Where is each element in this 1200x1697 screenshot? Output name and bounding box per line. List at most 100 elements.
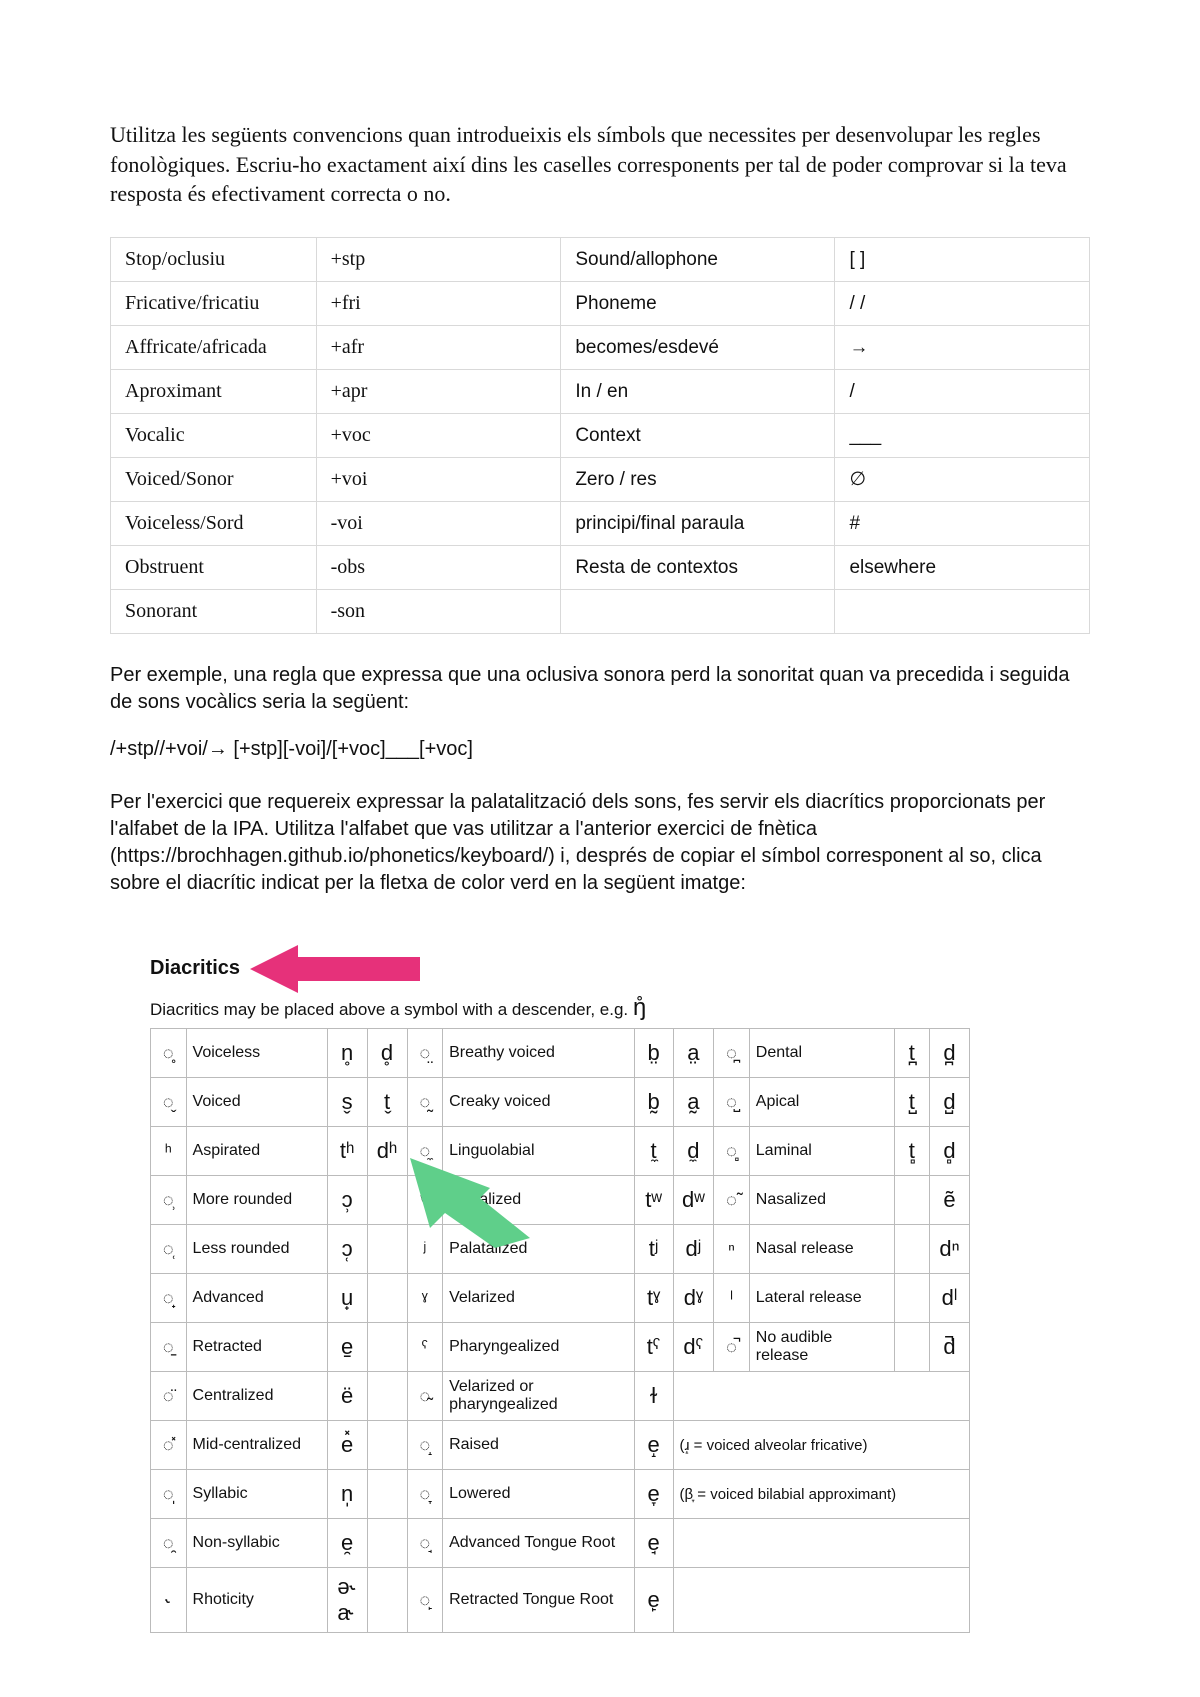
cell: ◌̰ (407, 1078, 443, 1127)
table-row: ◌̹More roundedɔ̹ʷLabializedtʷdʷ◌̃Nasaliz… (151, 1176, 970, 1225)
cell: Context (561, 414, 835, 458)
cell: Stop/oclusiu (111, 238, 317, 282)
cell: ◌̴ (407, 1372, 443, 1421)
cell: ẽ (929, 1176, 969, 1225)
exercise-paragraph: Per l'exercici que requereix expressar l… (110, 789, 1090, 897)
cell (673, 1519, 970, 1568)
cell: ◌̪ (714, 1029, 750, 1078)
table-row: ◌̯Non-syllabice̯◌̘Advanced Tongue Roote̘ (151, 1519, 970, 1568)
cell: ◌̼ (407, 1127, 443, 1176)
cell: ◌̯ (151, 1519, 187, 1568)
cell (894, 1225, 929, 1274)
cell: -voi (316, 502, 561, 546)
cell: ʷ (407, 1176, 443, 1225)
cell: +stp (316, 238, 561, 282)
cell: d̪ (929, 1029, 969, 1078)
table-row: Vocalic+vocContext___ (111, 414, 1090, 458)
cell: Lateral release (749, 1274, 894, 1323)
cell: n̩ (327, 1470, 367, 1519)
cell: Pharyngealized (443, 1323, 635, 1372)
cell (367, 1421, 407, 1470)
cell: e̯ (327, 1519, 367, 1568)
cell: Dental (749, 1029, 894, 1078)
table-row: Sonorant-son (111, 590, 1090, 634)
cell: d̺ (929, 1078, 969, 1127)
cell: ◌̬ (151, 1078, 187, 1127)
cell: Laminal (749, 1127, 894, 1176)
cell: Fricative/fricatiu (111, 282, 317, 326)
cell: b̤ (634, 1029, 673, 1078)
cell: ◌̞ (407, 1470, 443, 1519)
cell: -son (316, 590, 561, 634)
cell: Nasalized (749, 1176, 894, 1225)
cell (894, 1323, 929, 1372)
cell: Creaky voiced (443, 1078, 635, 1127)
diacritics-table: ◌̥Voicelessn̥d̥◌̤Breathy voicedb̤a̤◌̪Den… (150, 1028, 970, 1633)
table-row: ◌̩Syllabicn̩◌̞Lowerede̞(β̞ = voiced bila… (151, 1470, 970, 1519)
cell: ë (327, 1372, 367, 1421)
cell: Resta de contextos (561, 546, 835, 590)
cell: / / (835, 282, 1090, 326)
pink-arrow-icon (250, 939, 420, 999)
table-row: ◌̥Voicelessn̥d̥◌̤Breathy voicedb̤a̤◌̪Den… (151, 1029, 970, 1078)
table-row: ◌̠Retractede̠ˤPharyngealizedtˤdˤ◌̚No aud… (151, 1323, 970, 1372)
cell: Rhoticity (186, 1568, 327, 1633)
cell: Linguolabial (443, 1127, 635, 1176)
table-row: Stop/oclusiu+stpSound/allophone[ ] (111, 238, 1090, 282)
cell: Raised (443, 1421, 635, 1470)
cell: ◌̩ (151, 1470, 187, 1519)
cell: dʰ (367, 1127, 407, 1176)
diacritics-title: Diacritics (150, 957, 240, 980)
note-cell: (β̞ = voiced bilabial approximant) (673, 1470, 970, 1519)
cell: ◌̺ (714, 1078, 750, 1127)
cell: a̤ (673, 1029, 714, 1078)
note-cell: (ɹ̝ = voiced alveolar fricative) (673, 1421, 970, 1470)
cell: Centralized (186, 1372, 327, 1421)
cell: -obs (316, 546, 561, 590)
cell: In / en (561, 370, 835, 414)
cell: ◌̚ (714, 1323, 750, 1372)
cell: Affricate/africada (111, 326, 317, 370)
cell: +voc (316, 414, 561, 458)
table-row: ʰAspiratedtʰdʰ◌̼Linguolabialt̼d̼◌̻Lamina… (151, 1127, 970, 1176)
cell: e̠ (327, 1323, 367, 1372)
cell (367, 1568, 407, 1633)
example-paragraph: Per exemple, una regla que expressa que … (110, 662, 1090, 716)
cell: ◌̙ (407, 1568, 443, 1633)
cell: e̞ (634, 1470, 673, 1519)
cell: Voiceless/Sord (111, 502, 317, 546)
table-row: Voiceless/Sord-voiprincipi/final paraula… (111, 502, 1090, 546)
cell: ɔ̹ (327, 1176, 367, 1225)
cell: d̚ (929, 1323, 969, 1372)
cell: tˤ (634, 1323, 673, 1372)
cell: tʰ (327, 1127, 367, 1176)
rule-example: /+stp//+voi/→ [+stp][-voi]/[+voc]___[+vo… (110, 738, 1090, 761)
cell: Non-syllabic (186, 1519, 327, 1568)
cell: ◌̻ (714, 1127, 750, 1176)
cell: e̝ (634, 1421, 673, 1470)
cell: ɫ (634, 1372, 673, 1421)
cell: Zero / res (561, 458, 835, 502)
cell: t̬ (367, 1078, 407, 1127)
cell (367, 1176, 407, 1225)
conventions-table: Stop/oclusiu+stpSound/allophone[ ]Fricat… (110, 237, 1090, 634)
cell: ◌̟ (151, 1274, 187, 1323)
table-row: Fricative/fricatiu+friPhoneme/ / (111, 282, 1090, 326)
cell: +afr (316, 326, 561, 370)
cell: # (835, 502, 1090, 546)
cell (367, 1225, 407, 1274)
cell: t̺ (894, 1078, 929, 1127)
cell: a̰ (673, 1078, 714, 1127)
cell: ˡ (714, 1274, 750, 1323)
cell (367, 1519, 407, 1568)
table-row: ◌̽Mid-centralizede̽◌̝Raisede̝(ɹ̝ = voice… (151, 1421, 970, 1470)
cell: ◌̥ (151, 1029, 187, 1078)
cell (894, 1274, 929, 1323)
cell: dˠ (673, 1274, 714, 1323)
cell: b̰ (634, 1078, 673, 1127)
cell: ə˞ a˞ (327, 1568, 367, 1633)
cell: Aspirated (186, 1127, 327, 1176)
cell: dˤ (673, 1323, 714, 1372)
cell (835, 590, 1090, 634)
cell: [ ] (835, 238, 1090, 282)
